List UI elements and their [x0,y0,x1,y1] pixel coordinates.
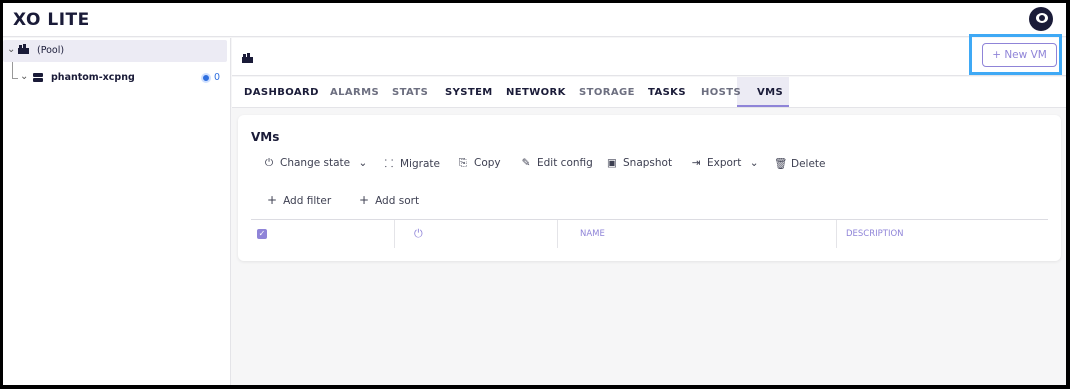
tree-connector [12,78,18,79]
avatar-pupil-icon [1039,15,1045,21]
pool-icon [242,53,253,63]
tab-stats[interactable]: STATS [392,87,428,98]
chevron-down-icon[interactable]: ⌄ [20,71,28,82]
plus-icon: + [267,193,278,207]
chevron-down-icon: ⌄ [749,157,759,169]
vms-table-header: ✓ ⏻ NAME DESCRIPTION [251,219,1048,248]
object-header: + New VM [232,34,1066,76]
tree-connector [12,62,13,78]
copy-button[interactable]: ⎘ Copy [457,157,501,170]
tab-bar: DASHBOARD ALARMS STATS SYSTEM NETWORK ST… [232,77,1066,108]
snapshot-button[interactable]: ▣ Snapshot [606,157,672,169]
tab-storage[interactable]: STORAGE [579,87,635,98]
column-divider [557,220,558,248]
tab-tasks[interactable]: TASKS [648,87,686,98]
camera-icon: ▣ [607,157,617,169]
power-icon: ⏻ [264,157,274,169]
app-logo[interactable]: XO LITE [13,10,90,30]
power-state-column-icon[interactable]: ⏻ [414,220,423,248]
copy-label: Copy [474,157,501,169]
sidebar-item-pool[interactable]: ⌄ (Pool) [3,40,227,62]
add-sort-label: Add sort [375,195,420,207]
tab-vms[interactable]: VMS [757,87,783,98]
description-column-header[interactable]: DESCRIPTION [846,220,904,248]
chevron-down-icon[interactable]: ⌄ [7,44,15,55]
delete-button[interactable]: 🗑 Delete [774,157,826,170]
column-divider [394,220,395,248]
host-label: phantom-xcpng [51,72,135,83]
sidebar: ⌄ (Pool) ⌄ phantom-xcpng 0 [3,38,231,385]
user-avatar[interactable] [1029,7,1053,31]
tab-alarms[interactable]: ALARMS [330,87,379,98]
new-vm-button[interactable]: + New VM [982,43,1057,67]
vms-card: VMs ⏻ Change state ⌄ ⸬ Migrate ⎘ Copy ✎ Edit… [238,115,1061,261]
edit-icon: ✎ [521,157,531,169]
main-content: + New VM DASHBOARD ALARMS STATS SYSTEM N… [232,34,1066,385]
chevron-down-icon: ⌄ [358,157,368,169]
tab-network[interactable]: NETWORK [506,87,566,98]
new-vm-highlight: + New VM [969,34,1062,75]
add-filter-label: Add filter [283,195,332,207]
top-bar: XO LITE [3,3,1066,37]
tab-dashboard[interactable]: DASHBOARD [244,87,319,98]
edit-config-button[interactable]: ✎ Edit config [520,157,593,169]
running-status-icon [201,73,211,83]
export-button[interactable]: ⇥ Export ⌄ [690,157,759,169]
plus-icon: + [359,193,370,207]
pool-label: (Pool) [37,45,65,56]
delete-label: Delete [791,158,826,170]
change-state-label: Change state [280,157,351,169]
column-divider [836,220,837,248]
sidebar-item-host[interactable]: ⌄ phantom-xcpng 0 [3,62,227,88]
add-sort-button[interactable]: + Add sort [359,193,419,207]
tab-system[interactable]: SYSTEM [445,87,493,98]
name-column-header[interactable]: NAME [580,220,605,248]
snapshot-label: Snapshot [623,157,673,169]
trash-icon: 🗑 [774,158,788,170]
migrate-label: Migrate [400,158,440,170]
server-icon [33,73,43,82]
edit-config-label: Edit config [537,157,593,169]
export-icon: ⇥ [691,157,701,169]
add-filter-button[interactable]: + Add filter [267,193,331,207]
migrate-button[interactable]: ⸬ Migrate [383,157,440,171]
migrate-icon: ⸬ [384,158,394,170]
tab-hosts[interactable]: HOSTS [701,87,741,98]
pool-icon [18,44,29,54]
select-all-checkbox[interactable]: ✓ [257,229,267,239]
vm-count: 0 [214,72,221,83]
export-label: Export [707,157,742,169]
app-window: XO LITE ⌄ (Pool) ⌄ phantom-xcpng 0 + New… [3,3,1066,385]
change-state-button[interactable]: ⏻ Change state ⌄ [263,157,367,170]
copy-icon: ⎘ [458,157,468,169]
card-title: VMs [251,130,280,144]
